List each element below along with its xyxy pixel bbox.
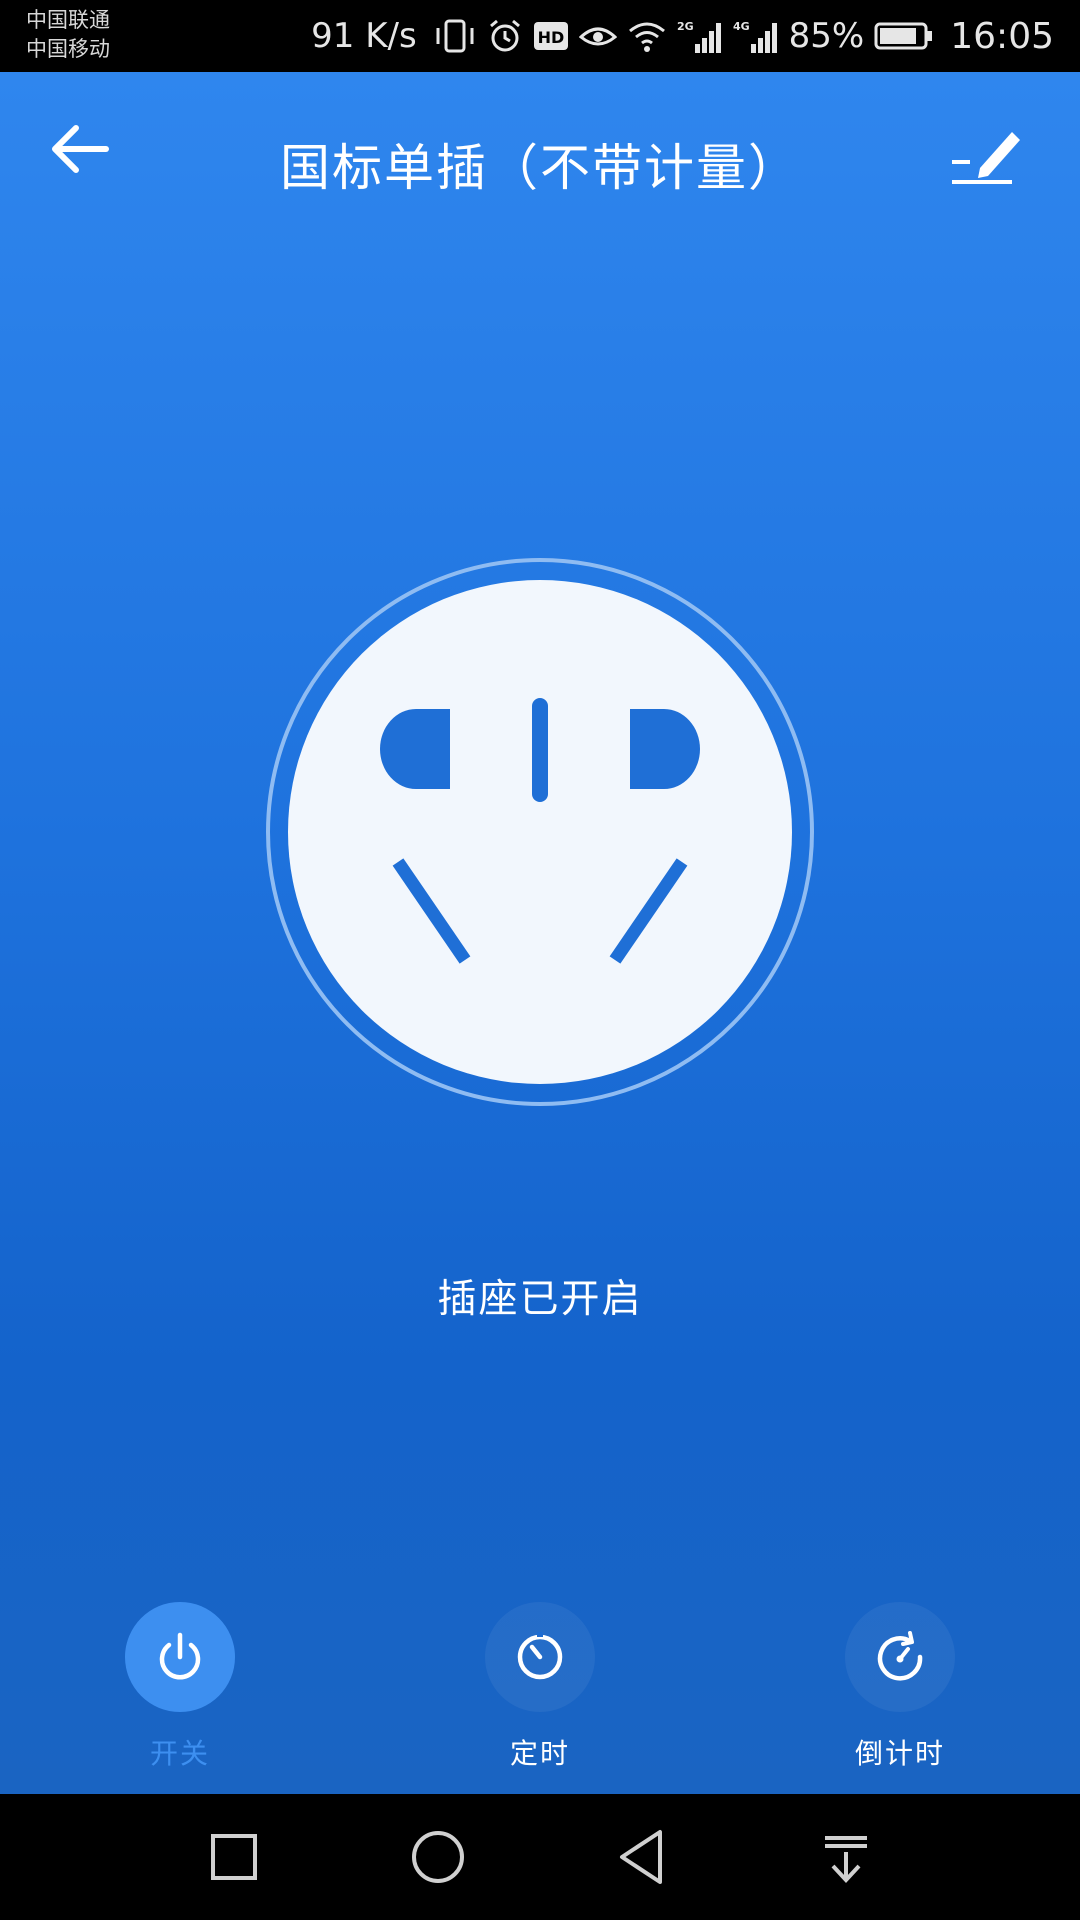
main-panel: 国标单插（不带计量） 插座已开启 开关 定时 倒计时 — [0, 72, 1080, 1794]
socket-toggle[interactable] — [264, 556, 816, 1108]
socket-status: 插座已开启 — [437, 1277, 643, 1322]
back-triangle-icon — [620, 1830, 662, 1884]
page-title: 国标单插（不带计量） — [280, 139, 800, 197]
battery-percent: 85% — [788, 16, 865, 56]
clock: 16:05 — [950, 15, 1054, 57]
power-button[interactable]: 开关 — [80, 1602, 280, 1772]
socket-outlet-icon — [266, 558, 814, 1106]
eye-comfort-icon — [578, 27, 617, 46]
battery-icon — [874, 22, 933, 50]
power-label: 开关 — [149, 1737, 210, 1770]
status-bar: 中国联通 中国移动 91 K/s HD 2G 4G 85% 16:05 — [0, 0, 1080, 72]
timer-button-circle — [485, 1602, 595, 1712]
header: 国标单插（不带计量） — [0, 72, 1080, 222]
edit-button[interactable] — [950, 124, 1020, 188]
edit-pencil-icon — [952, 132, 1020, 184]
timer-label: 定时 — [509, 1737, 570, 1770]
countdown-button-circle — [845, 1602, 955, 1712]
recent-apps-button[interactable] — [201, 1824, 267, 1890]
timer-icon — [517, 1632, 563, 1680]
hd-icon: HD — [533, 22, 568, 50]
svg-text:HD: HD — [537, 28, 564, 47]
status-icons: 91 K/s HD 2G 4G 85% 16:05 — [311, 0, 1054, 72]
signal-4g-icon: 4G — [733, 20, 777, 53]
back-nav-button[interactable] — [610, 1824, 676, 1890]
svg-text:4G: 4G — [733, 20, 750, 33]
vibrate-icon — [436, 19, 474, 53]
signal-2g-icon: 2G — [677, 20, 721, 53]
countdown-icon — [877, 1631, 923, 1681]
wifi-icon — [628, 22, 665, 52]
recent-apps-icon — [211, 1834, 257, 1880]
power-icon — [159, 1632, 201, 1680]
countdown-button[interactable]: 倒计时 — [800, 1602, 1000, 1772]
power-button-circle — [125, 1602, 235, 1712]
home-button[interactable] — [405, 1824, 471, 1890]
notification-pulldown-icon — [825, 1836, 867, 1883]
svg-text:2G: 2G — [677, 20, 694, 33]
countdown-label: 倒计时 — [854, 1737, 945, 1770]
timer-button[interactable]: 定时 — [440, 1602, 640, 1772]
carrier-1: 中国联通 — [26, 8, 110, 32]
alarm-icon — [489, 19, 520, 52]
action-bar: 开关 定时 倒计时 — [0, 1602, 1080, 1782]
home-icon — [412, 1831, 464, 1883]
screen: 中国联通 中国移动 91 K/s HD 2G 4G 85% 16:05 国标单插… — [0, 0, 1080, 1920]
navigation-bar — [0, 1794, 1080, 1920]
notification-pulldown-button[interactable] — [813, 1824, 879, 1890]
carrier-2: 中国移动 — [26, 37, 110, 61]
network-speed: 91 K/s — [311, 16, 417, 56]
carrier-info: 中国联通 中国移动 — [26, 6, 110, 64]
